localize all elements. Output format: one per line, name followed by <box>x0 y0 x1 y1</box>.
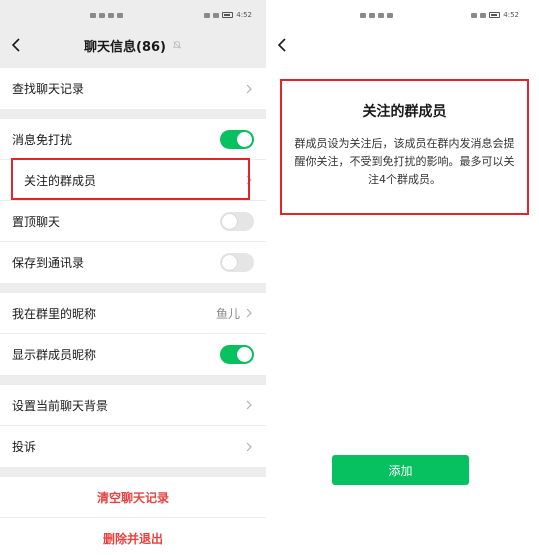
follow-info-box: 关注的群成员 群成员设为关注后，该成员在群内发消息会提醒你关注，不受到免打扰的影… <box>280 79 529 215</box>
background-row[interactable]: 设置当前聊天背景 <box>0 385 266 426</box>
delete-exit-button[interactable]: 删除并退出 <box>0 518 266 555</box>
mute-label: 消息免打扰 <box>12 132 73 147</box>
nav-bar <box>272 30 539 60</box>
save-contacts-label: 保存到通讯录 <box>12 256 85 270</box>
mute-status-icon <box>213 12 220 18</box>
chevron-right-icon <box>246 400 252 410</box>
chat-info-screen: 4:52 聊天信息(86) 查找聊天记录 消息免打扰 关注的群成员 置顶聊天 保… <box>0 0 266 555</box>
hd-icon <box>360 12 366 18</box>
signal-icon <box>369 12 375 18</box>
chevron-left-icon <box>11 38 20 52</box>
status-bar: 4:52 <box>0 0 266 30</box>
nickname-value: 鱼儿 <box>215 306 240 321</box>
hd-icon <box>90 12 96 18</box>
status-icons-left <box>90 12 123 18</box>
background-label: 设置当前聊天背景 <box>12 398 109 413</box>
status-icons-right: 4:52 <box>471 11 519 19</box>
back-button[interactable] <box>6 34 28 56</box>
nickname-row[interactable]: 我在群里的昵称 鱼儿 <box>0 293 266 334</box>
follow-members-label: 关注的群成员 <box>24 173 97 188</box>
chevron-right-icon <box>246 442 252 451</box>
pin-row: 置顶聊天 <box>0 201 266 242</box>
battery-icon <box>222 12 234 18</box>
settings-group-search: 查找聊天记录 <box>0 68 266 109</box>
pin-toggle[interactable] <box>220 211 254 231</box>
complaint-row[interactable]: 投诉 <box>0 426 266 467</box>
wifi-icon <box>378 12 384 18</box>
settings-group-notify: 消息免打扰 关注的群成员 置顶聊天 保存到通讯录 <box>0 119 266 283</box>
page-title: 聊天信息(86) <box>84 39 166 55</box>
nickname-label: 我在群里的昵称 <box>12 306 97 321</box>
alarm-icon <box>204 12 211 18</box>
toggle-knob <box>237 347 252 362</box>
status-bar: 4:52 <box>272 0 539 30</box>
notification-icon <box>117 12 123 18</box>
add-button[interactable]: 添加 <box>332 455 469 485</box>
mute-row: 消息免打扰 <box>0 119 266 160</box>
mute-toggle[interactable] <box>220 129 254 149</box>
mute-status-icon <box>480 12 487 18</box>
status-icons-right: 4:52 <box>204 11 252 19</box>
battery-icon <box>489 12 501 18</box>
pin-label: 置顶聊天 <box>12 214 61 229</box>
signal-icon <box>99 12 105 18</box>
clear-history-label: 清空聊天记录 <box>96 490 169 505</box>
toggle-knob <box>237 131 252 147</box>
search-history-row[interactable]: 查找聊天记录 <box>0 68 266 109</box>
toggle-knob <box>222 213 237 229</box>
save-contacts-row: 保存到通讯录 <box>0 242 266 283</box>
clear-history-button[interactable]: 清空聊天记录 <box>0 477 266 518</box>
info-title: 关注的群成员 <box>362 104 447 120</box>
chevron-left-icon <box>277 38 286 52</box>
nav-bar: 聊天信息(86) <box>0 30 266 60</box>
alarm-icon <box>471 12 478 18</box>
delete-exit-label: 删除并退出 <box>102 531 163 546</box>
info-description: 群成员设为关注后，该成员在群内发消息会提醒你关注，不受到免打扰的影响。最多可以关… <box>294 137 515 186</box>
settings-group-other: 设置当前聊天背景 投诉 <box>0 385 266 467</box>
notification-icon <box>387 12 393 18</box>
complaint-label: 投诉 <box>12 440 37 454</box>
wifi-icon <box>108 12 114 18</box>
chevron-right-icon <box>246 175 252 185</box>
settings-group-nickname: 我在群里的昵称 鱼儿 显示群成员昵称 <box>0 293 266 375</box>
status-time: 4:52 <box>503 11 519 19</box>
bell-mute-icon <box>172 41 182 49</box>
chevron-right-icon <box>246 308 252 318</box>
save-contacts-toggle[interactable] <box>220 253 254 272</box>
show-nicknames-toggle[interactable] <box>220 345 254 364</box>
status-time: 4:52 <box>236 11 252 19</box>
chevron-right-icon <box>246 84 252 93</box>
show-nicknames-label: 显示群成员昵称 <box>12 348 97 362</box>
status-icons-left <box>360 12 393 18</box>
follow-members-row[interactable]: 关注的群成员 <box>0 160 266 201</box>
follow-members-screen: 4:52 关注的群成员 群成员设为关注后，该成员在群内发消息会提醒你关注，不受到… <box>272 0 539 555</box>
toggle-knob <box>222 255 237 270</box>
back-button[interactable] <box>272 34 294 56</box>
search-history-label: 查找聊天记录 <box>12 82 85 96</box>
show-nicknames-row: 显示群成员昵称 <box>0 334 266 375</box>
